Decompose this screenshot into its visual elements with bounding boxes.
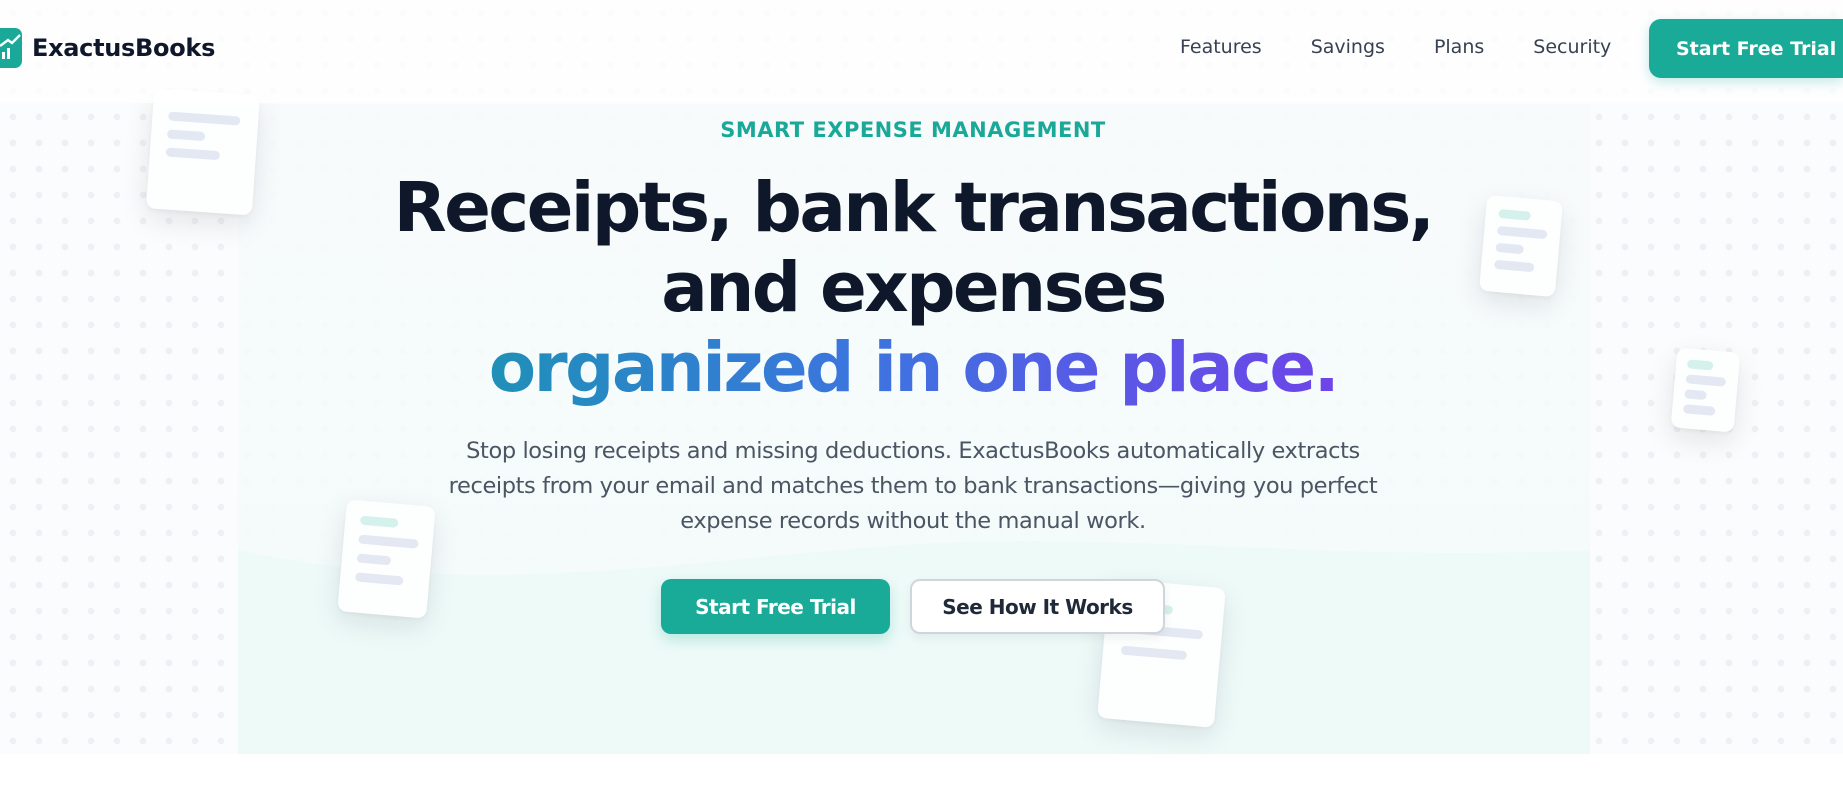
hero-eyebrow: SMART EXPENSE MANAGEMENT xyxy=(720,118,1106,142)
site-header: ExactusBooks Features Savings Plans Secu… xyxy=(0,0,1843,103)
landing-page: ExactusBooks Features Savings Plans Secu… xyxy=(0,0,1843,800)
headline-line-1: Receipts, bank transactions, xyxy=(393,168,1435,248)
brand-logo[interactable]: ExactusBooks xyxy=(0,28,215,68)
nav-plans[interactable]: Plans xyxy=(1434,36,1484,58)
nav-savings[interactable]: Savings xyxy=(1311,36,1385,58)
page-bottom-band xyxy=(0,754,1843,800)
brand-name: ExactusBooks xyxy=(32,34,216,62)
main-nav: Features Savings Plans Security xyxy=(1180,36,1611,58)
headline-line-2: and expenses xyxy=(661,248,1167,328)
chart-logo-icon xyxy=(0,28,22,68)
see-how-it-works-button[interactable]: See How It Works xyxy=(910,579,1165,634)
nav-security[interactable]: Security xyxy=(1533,36,1611,58)
hero-subtext: Stop losing receipts and missing deducti… xyxy=(448,438,1378,534)
start-free-trial-button[interactable]: Start Free Trial xyxy=(661,579,890,634)
header-start-free-trial-button[interactable]: Start Free Trial xyxy=(1649,19,1843,78)
headline-accent: organized in one place. xyxy=(488,328,1340,408)
hero-wave-shape xyxy=(238,541,1590,754)
nav-features[interactable]: Features xyxy=(1180,36,1262,58)
hero-headline: Receipts, bank transactions, and expense… xyxy=(0,168,1826,408)
